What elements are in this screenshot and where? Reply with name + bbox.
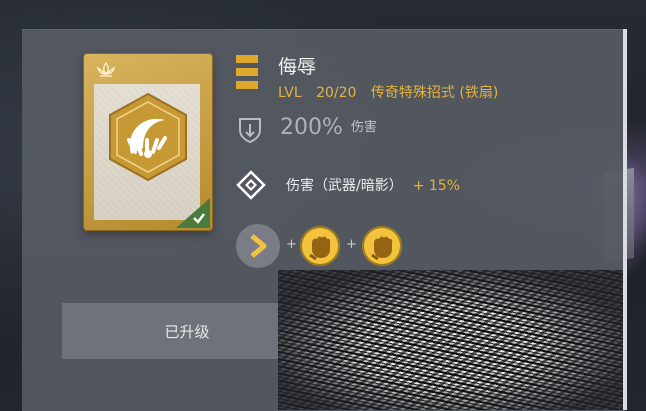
arrow-right-icon bbox=[250, 234, 267, 258]
video-overlay bbox=[278, 270, 623, 410]
level-text: LVL bbox=[278, 85, 302, 101]
lotus-icon bbox=[96, 62, 116, 77]
damage-stat: 200% 伤害 bbox=[280, 115, 377, 140]
skill-name: 侮辱 bbox=[278, 56, 317, 78]
skill-level-line: LVL 20/20 传奇特殊招式 (铁扇) bbox=[278, 82, 508, 102]
combo-start-button[interactable] bbox=[236, 224, 280, 268]
fist-icon bbox=[371, 236, 393, 261]
skill-category: 传奇特殊招式 (铁扇) bbox=[370, 85, 499, 101]
bonus-label: 伤害（武器/暗影） bbox=[286, 178, 403, 194]
fan-emblem-icon bbox=[109, 92, 187, 182]
rank-bars-icon bbox=[236, 55, 258, 97]
skill-card[interactable] bbox=[84, 54, 212, 230]
panel-scroll-edge bbox=[623, 29, 627, 410]
combo-input-1[interactable] bbox=[300, 226, 340, 266]
level-value: 20/20 bbox=[316, 85, 357, 101]
checkmark-icon bbox=[193, 213, 205, 224]
combo-plus: + bbox=[286, 237, 297, 252]
fist-icon bbox=[309, 236, 331, 261]
upgraded-button[interactable]: 已升级 bbox=[62, 303, 312, 359]
diamond-icon bbox=[236, 170, 266, 200]
bonus-value: + 15% bbox=[412, 178, 461, 194]
shield-icon bbox=[239, 118, 261, 144]
combo-input-2[interactable] bbox=[362, 226, 402, 266]
damage-bonus: 伤害（武器/暗影） + 15% bbox=[286, 175, 460, 195]
damage-label: 伤害 bbox=[350, 120, 377, 135]
damage-value: 200% bbox=[280, 115, 343, 140]
combo-plus: + bbox=[346, 237, 357, 252]
